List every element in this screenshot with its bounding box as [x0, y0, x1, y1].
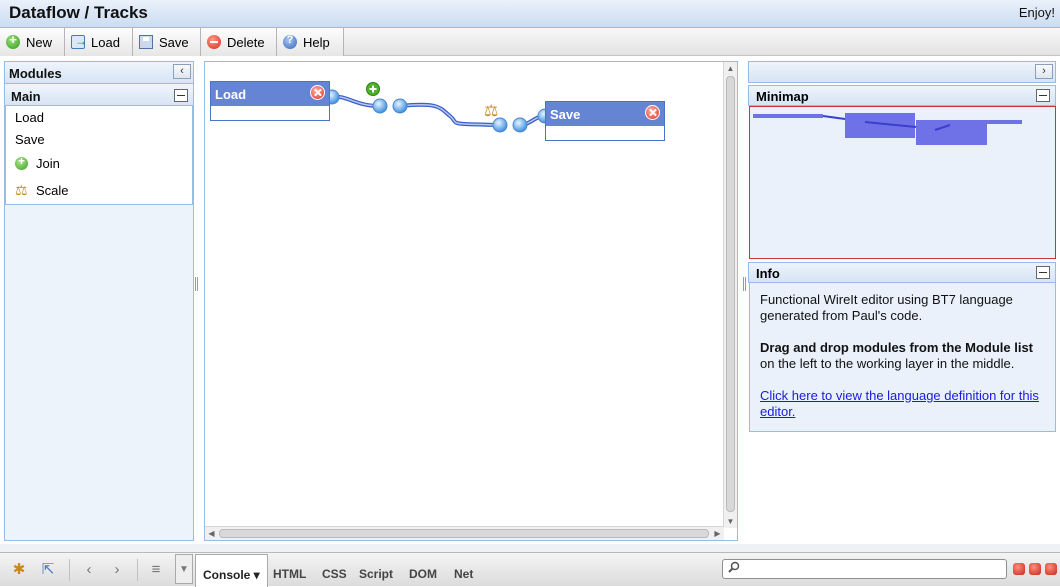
module-item-scale[interactable]: ⚖ Scale: [6, 177, 192, 204]
help-icon: [283, 34, 297, 49]
right-splitter-handle[interactable]: [743, 277, 746, 291]
module-item-label: Scale: [36, 183, 69, 198]
terminal-scale-out[interactable]: [512, 117, 528, 133]
scroll-right-icon[interactable]: ▶: [711, 527, 724, 540]
save-button-label: Save: [159, 34, 189, 50]
module-group-header[interactable]: Main: [5, 86, 193, 106]
canvas-vertical-scrollbar[interactable]: ▲ ▼: [723, 62, 737, 528]
forward-icon[interactable]: ›: [108, 561, 126, 579]
toolbar: New Load Save Delete Help: [0, 28, 1060, 56]
chevron-right-icon[interactable]: ›: [1035, 64, 1053, 79]
module-item-label: Save: [15, 131, 45, 147]
tab-console-label: Console: [203, 568, 251, 582]
module-save[interactable]: Save: [545, 101, 665, 141]
scale-node-icon[interactable]: ⚖: [484, 101, 498, 120]
terminal-join-in[interactable]: [372, 98, 388, 114]
module-item-label: Join: [36, 156, 60, 171]
chevron-left-icon[interactable]: ‹: [173, 64, 191, 79]
tab-console[interactable]: Console ▾: [195, 554, 268, 587]
minimap[interactable]: [749, 106, 1056, 259]
tab-script[interactable]: Script: [359, 567, 393, 581]
modules-panel-title: Modules: [9, 66, 62, 81]
tab-dom[interactable]: DOM: [409, 567, 437, 581]
add-circle-icon: [15, 154, 28, 170]
scroll-left-icon[interactable]: ◀: [205, 527, 218, 540]
add-circle-icon: [6, 32, 20, 49]
working-layer[interactable]: ⚖ Load Save ▲ ▼ ◀ ▶: [204, 61, 738, 541]
info-header[interactable]: Info: [748, 262, 1056, 283]
modules-panel-header: Modules ‹: [5, 62, 193, 84]
help-button[interactable]: Help: [277, 28, 344, 56]
module-item-label: Load: [15, 109, 44, 125]
scroll-down-icon[interactable]: ▼: [724, 515, 737, 528]
floppy-disk-icon: [139, 35, 153, 49]
delete-button-label: Delete: [227, 34, 265, 50]
minimap-preview: [753, 113, 1022, 145]
delete-circle-icon: [207, 35, 221, 49]
language-definition-link[interactable]: Click here to view the language definiti…: [760, 388, 1039, 419]
firebug-icon[interactable]: ✱: [10, 561, 28, 579]
close-icon[interactable]: [645, 105, 660, 120]
inspect-icon[interactable]: ⇱: [39, 561, 57, 579]
close-devtools-icon[interactable]: [1045, 563, 1057, 575]
delete-button[interactable]: Delete: [201, 28, 277, 56]
minimize-icon[interactable]: [1013, 563, 1025, 575]
collapse-minus-icon[interactable]: [1036, 266, 1050, 279]
load-button[interactable]: Load: [65, 28, 133, 56]
info-body: Functional WireIt editor using BT7 langu…: [749, 283, 1056, 432]
app-header: Dataflow / Tracks Enjoy!: [0, 0, 1060, 28]
modules-panel: Modules ‹ Main Load Save Join ⚖ Scale: [4, 61, 194, 541]
back-icon[interactable]: ‹: [80, 561, 98, 579]
devtools-bar: ✱ ⇱ ‹ › ≡ ▼ Console ▾ HTML CSS Script DO…: [0, 552, 1060, 587]
info-instructions-bold: Drag and drop modules from the Module li…: [760, 340, 1034, 355]
right-panel-header: ›: [748, 61, 1056, 83]
canvas-horizontal-scrollbar[interactable]: ◀ ▶: [205, 526, 724, 540]
module-item-join[interactable]: Join: [6, 150, 192, 177]
toolbar-separator: [137, 559, 138, 581]
collapse-minus-icon[interactable]: [174, 89, 188, 102]
tabs-menu-icon[interactable]: ▼: [175, 554, 193, 584]
load-button-label: Load: [91, 34, 120, 50]
module-load[interactable]: Load: [210, 81, 330, 121]
scale-icon: ⚖: [15, 182, 28, 198]
list-icon[interactable]: ≡: [147, 561, 165, 579]
left-splitter-handle[interactable]: [195, 277, 198, 291]
terminal-join-out[interactable]: [392, 98, 408, 114]
scroll-thumb[interactable]: [726, 76, 735, 512]
search-icon: [728, 561, 740, 573]
minimap-header[interactable]: Minimap: [748, 85, 1056, 106]
devtools-search-input[interactable]: [722, 559, 1007, 579]
tab-html[interactable]: HTML: [273, 567, 306, 581]
collapse-minus-icon[interactable]: [1036, 89, 1050, 102]
svg-text:⚖: ⚖: [484, 101, 498, 120]
new-button[interactable]: New: [0, 28, 65, 56]
scroll-thumb[interactable]: [219, 529, 709, 538]
app-title: Dataflow / Tracks: [9, 3, 148, 22]
module-list: Load Save Join ⚖ Scale: [5, 106, 193, 205]
detach-icon[interactable]: [1029, 563, 1041, 575]
scroll-up-icon[interactable]: ▲: [724, 62, 737, 75]
terminal-scale-in[interactable]: [492, 117, 508, 133]
info-description: Functional WireIt editor using BT7 langu…: [760, 292, 1013, 323]
module-item-load[interactable]: Load: [6, 106, 192, 128]
module-item-save[interactable]: Save: [6, 128, 192, 150]
save-button[interactable]: Save: [133, 28, 201, 56]
load-file-icon: [71, 34, 87, 49]
close-icon[interactable]: [310, 85, 325, 100]
new-button-label: New: [26, 34, 53, 50]
header-message: Enjoy!: [1018, 5, 1055, 20]
tab-net[interactable]: Net: [454, 567, 473, 581]
info-instructions: Drag and drop modules from the Module li…: [760, 340, 1045, 372]
minimap-title: Minimap: [756, 89, 809, 104]
help-button-label: Help: [303, 34, 330, 50]
module-group-title: Main: [11, 89, 41, 104]
toolbar-separator: [69, 559, 70, 581]
info-instructions-rest: on the left to the working layer in the …: [760, 356, 1015, 371]
info-title: Info: [756, 266, 780, 281]
tab-css[interactable]: CSS: [322, 567, 347, 581]
join-node-icon[interactable]: [366, 82, 380, 96]
devtools-resize-handle[interactable]: [0, 544, 1060, 552]
